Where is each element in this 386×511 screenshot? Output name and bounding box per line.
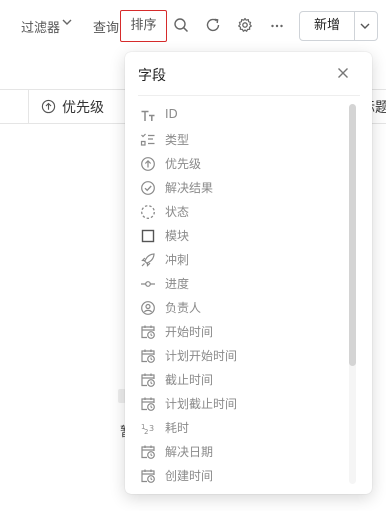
list-type-icon	[140, 132, 156, 148]
calendar-clock-icon	[140, 396, 156, 412]
field-item-assignee[interactable]: 负责人	[125, 296, 345, 320]
square-icon	[140, 228, 156, 244]
field-item-type[interactable]: 类型	[125, 128, 345, 152]
field-label: 耗时	[165, 421, 190, 435]
field-item-start-time[interactable]: 开始时间	[125, 320, 345, 344]
field-label: 创建时间	[165, 469, 214, 483]
field-item-planned-deadline[interactable]: 计划截止时间	[125, 392, 345, 416]
search-icon[interactable]	[173, 17, 189, 33]
field-label: 计划开始时间	[165, 349, 238, 363]
arrow-up-circle-icon	[41, 99, 56, 114]
field-item-id[interactable]: ID	[125, 104, 345, 128]
field-item-created-time[interactable]: 创建时间	[125, 464, 345, 488]
column-header-priority[interactable]: 优先级	[62, 97, 104, 117]
field-label: 类型	[165, 133, 190, 147]
field-item-resolution[interactable]: 解决结果	[125, 176, 345, 200]
field-label: 计划截止时间	[165, 397, 238, 411]
toolbar: 过滤器 查询 排序 新增	[0, 0, 386, 52]
field-item-time-spent[interactable]: 123 耗时	[125, 416, 345, 440]
svg-text:3: 3	[149, 424, 154, 433]
chevron-down-icon[interactable]	[359, 21, 371, 31]
field-item-planned-start-time[interactable]: 计划开始时间	[125, 344, 345, 368]
column-divider	[28, 90, 29, 124]
field-label: 状态	[165, 205, 190, 219]
field-item-sprint[interactable]: 冲刺	[125, 248, 345, 272]
number-icon: 123	[140, 420, 156, 436]
filter-label[interactable]: 过滤器	[21, 17, 60, 36]
add-button-divider	[354, 12, 355, 40]
check-circle-icon	[140, 180, 156, 196]
field-list: ID 类型 优先级 解决结果 状态 模块 冲刺 进度 负责人 开始时间 计划开始…	[125, 104, 345, 488]
refresh-icon[interactable]	[205, 17, 221, 33]
progress-icon	[140, 276, 156, 292]
calendar-clock-icon	[140, 348, 156, 364]
field-item-resolved-date[interactable]: 解决日期	[125, 440, 345, 464]
field-label: 解决日期	[165, 445, 214, 459]
field-label: 截止时间	[165, 373, 214, 387]
rocket-icon	[140, 252, 156, 268]
close-icon[interactable]	[337, 67, 349, 79]
arrow-up-circle-icon	[140, 156, 156, 172]
chevron-down-icon[interactable]	[62, 17, 78, 33]
add-button-group: 新增	[299, 11, 378, 41]
field-item-priority[interactable]: 优先级	[125, 152, 345, 176]
field-label: 进度	[165, 277, 190, 291]
field-label: 开始时间	[165, 325, 214, 339]
field-item-module[interactable]: 模块	[125, 224, 345, 248]
add-button[interactable]: 新增	[300, 12, 354, 40]
calendar-clock-icon	[140, 372, 156, 388]
calendar-clock-icon	[140, 444, 156, 460]
field-item-deadline[interactable]: 截止时间	[125, 368, 345, 392]
field-label: 负责人	[165, 301, 202, 315]
scrollbar-thumb[interactable]	[349, 104, 356, 366]
field-label: 冲刺	[165, 253, 190, 267]
field-label: 解决结果	[165, 181, 214, 195]
field-item-status[interactable]: 状态	[125, 200, 345, 224]
field-item-progress[interactable]: 进度	[125, 272, 345, 296]
field-label: 优先级	[165, 157, 202, 171]
user-icon	[140, 300, 156, 316]
gear-icon[interactable]	[237, 17, 253, 33]
sort-button[interactable]: 排序	[120, 10, 167, 42]
svg-text:2: 2	[144, 428, 148, 436]
dashed-circle-icon	[140, 204, 156, 220]
calendar-clock-icon	[140, 468, 156, 484]
field-label: 模块	[165, 229, 190, 243]
popover-divider	[138, 95, 360, 96]
text-type-icon	[140, 108, 156, 124]
field-picker-popover: 字段 ID 类型 优先级 解决结果 状态 模块 冲刺 进度 负责人 开始时间 计…	[125, 52, 372, 494]
query-button[interactable]: 查询	[93, 17, 119, 36]
more-icon[interactable]	[269, 17, 285, 33]
popover-title: 字段	[138, 68, 166, 84]
calendar-clock-icon	[140, 324, 156, 340]
field-label: ID	[165, 107, 178, 121]
